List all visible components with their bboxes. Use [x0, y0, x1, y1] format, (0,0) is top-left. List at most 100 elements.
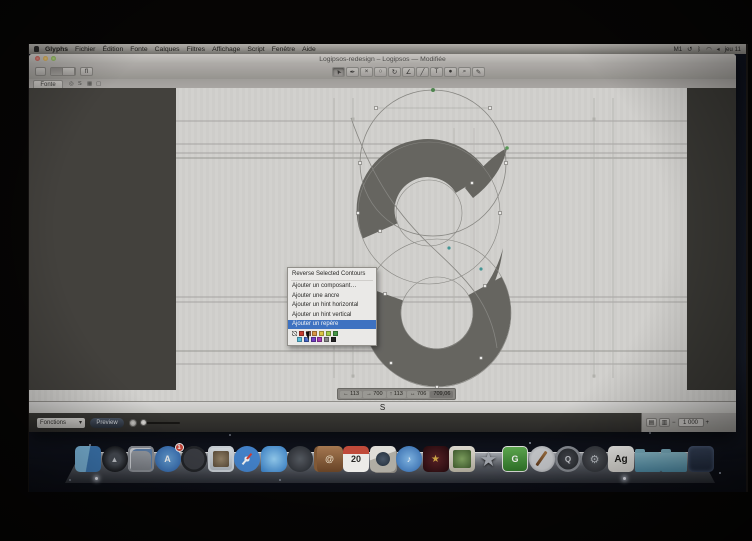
preview-toggle-button[interactable]: Preview: [90, 418, 124, 428]
glyph-info-bar[interactable]: ← 113 → 700 ↑ 113 ↔ 706 709,06: [337, 388, 456, 400]
dock-app-store[interactable]: A1: [155, 446, 181, 472]
sidebar-toggle-button[interactable]: [35, 67, 46, 76]
swatch-none[interactable]: [292, 331, 297, 336]
menu-calques[interactable]: Calques: [155, 46, 180, 53]
apple-menu-icon[interactable]: [34, 46, 39, 52]
menu-script[interactable]: Script: [247, 46, 264, 53]
menu-edition[interactable]: Édition: [102, 46, 123, 53]
menu-fonte[interactable]: Fonte: [130, 46, 147, 53]
menu-item-add-horizontal-hint[interactable]: Ajouter un hint horizontal: [288, 301, 376, 311]
right-sidebearing-value: → 700: [363, 391, 385, 398]
swatch-light-blue[interactable]: [297, 337, 302, 342]
wifi-icon[interactable]: ◠: [706, 46, 711, 53]
dock-facetime[interactable]: [287, 446, 313, 472]
list-view-icon[interactable]: ▢: [96, 81, 101, 87]
view-mode-segmented-control[interactable]: [50, 67, 76, 76]
bluetooth-icon[interactable]: ᛒ: [697, 46, 701, 53]
menu-fenetre[interactable]: Fenêtre: [272, 46, 295, 53]
menu-item-add-vertical-hint[interactable]: Ajouter un hint vertical: [288, 310, 376, 320]
dock-iweb[interactable]: ★: [476, 446, 502, 472]
view-mode-right-segment[interactable]: [63, 68, 75, 75]
tab-fonte[interactable]: Fonte: [33, 80, 63, 88]
dock-ical[interactable]: 20: [343, 446, 369, 472]
view-options-button-1[interactable]: ▤: [646, 418, 657, 427]
gear-icon: ⚙: [590, 453, 600, 466]
menu-aide[interactable]: Aide: [302, 46, 316, 53]
dock-iphoto[interactable]: [449, 446, 475, 472]
dock-dashboard[interactable]: [181, 446, 207, 472]
refresh-icon[interactable]: [129, 419, 137, 427]
dock-folder-a[interactable]: [635, 452, 661, 472]
dock-safari[interactable]: [234, 446, 260, 472]
letter-g: G: [511, 454, 518, 464]
dock-preview[interactable]: [208, 446, 234, 472]
erase-tool[interactable]: ×: [360, 67, 373, 77]
volume-icon[interactable]: ◂: [716, 46, 719, 53]
text-tool[interactable]: T: [430, 67, 443, 77]
preview-size-slider-knob[interactable]: [140, 419, 147, 426]
monitor-screen: Glyphs Fichier Édition Fonte Calques Fil…: [28, 44, 748, 492]
hand-tool[interactable]: ●: [444, 67, 457, 77]
swatch-gray[interactable]: [324, 337, 329, 342]
zoom-out-button[interactable]: −: [672, 420, 676, 426]
menu-fichier[interactable]: Fichier: [75, 46, 95, 53]
ligature-preview-button[interactable]: fl: [80, 67, 93, 76]
grid-view-icon[interactable]: ▦: [87, 81, 92, 87]
zoom-level-field[interactable]: 1 000: [678, 418, 704, 427]
draw-tool[interactable]: ✒: [346, 67, 359, 77]
view-options-button-2[interactable]: ▥: [659, 418, 670, 427]
dock-ichat[interactable]: [261, 446, 287, 472]
swatch-light-green[interactable]: [326, 331, 331, 336]
pencil-tool[interactable]: ✎: [472, 67, 485, 77]
dock-documents-stack[interactable]: [688, 446, 714, 472]
swatch-red[interactable]: [299, 331, 304, 336]
swatch-magenta[interactable]: [317, 337, 322, 342]
glyph-outline-drawing[interactable]: [29, 88, 736, 401]
view-mode-left-segment[interactable]: [51, 68, 63, 75]
menu-item-add-guide[interactable]: Ajouter un repère: [288, 320, 376, 330]
tool-palette: ➤ ✒ × ○ ↻ ∠ ╱ T ● ⌕ ✎: [332, 67, 485, 77]
zoom-tool[interactable]: ⌕: [458, 67, 471, 77]
menubar-clock[interactable]: jeu 11: [725, 46, 741, 53]
menu-item-add-anchor[interactable]: Ajouter une ancre: [288, 291, 376, 301]
dock-glyphs-mini[interactable]: G: [502, 446, 528, 472]
dock-quicktime[interactable]: Q: [555, 446, 581, 472]
zoom-in-button[interactable]: +: [706, 420, 710, 426]
measure-tool[interactable]: ╱: [416, 67, 429, 77]
swatch-charcoal[interactable]: [331, 337, 336, 342]
dock-mission-control[interactable]: [128, 446, 154, 472]
functions-dropdown[interactable]: Fonctions ▾: [37, 418, 85, 428]
dock-glyphs-app[interactable]: Ag: [608, 446, 634, 472]
swatch-yellow[interactable]: [319, 331, 324, 336]
swatch-dark-green[interactable]: [333, 331, 338, 336]
ag-glyph: Ag: [614, 454, 627, 465]
dock-garageband[interactable]: [529, 446, 555, 472]
tab-glyph-s[interactable]: S: [78, 81, 82, 87]
menu-glyphs[interactable]: Glyphs: [45, 46, 68, 53]
rotate-tool[interactable]: ↻: [388, 67, 401, 77]
select-tool[interactable]: ➤: [332, 67, 345, 77]
menu-item-add-component[interactable]: Ajouter un composant…: [288, 282, 376, 292]
scale-tool[interactable]: ∠: [402, 67, 415, 77]
dock-folder-b[interactable]: [661, 452, 687, 472]
menu-filtres[interactable]: Filtres: [187, 46, 206, 53]
overview-icon[interactable]: ◎: [69, 81, 74, 87]
dock-itunes[interactable]: ♪: [396, 446, 422, 472]
input-menu-icon[interactable]: M1: [674, 46, 683, 53]
glyph-editor-canvas[interactable]: Reverse Selected Contours Ajouter un com…: [29, 88, 736, 401]
dock-finder[interactable]: [75, 446, 101, 472]
menu-affichage[interactable]: Affichage: [212, 46, 240, 53]
dock-address-book[interactable]: @: [314, 446, 343, 472]
preview-size-slider[interactable]: [142, 422, 180, 424]
zoom-controls: ▤ ▥ − 1 000 +: [641, 413, 736, 432]
chevron-down-icon: ▾: [79, 419, 82, 426]
time-machine-icon[interactable]: ↺: [687, 46, 692, 53]
context-menu-header[interactable]: Reverse Selected Contours: [288, 268, 376, 279]
dock-imovie[interactable]: ★: [423, 446, 449, 472]
toolbar: fl ➤ ✒ × ○ ↻ ∠ ╱ T ● ⌕ ✎: [29, 64, 736, 80]
dock-launchpad[interactable]: ▲: [102, 446, 128, 472]
primitives-tool[interactable]: ○: [374, 67, 387, 77]
photo-of-monitor: { "menubar": { "items": ["Glyphs","Fichi…: [0, 0, 752, 541]
dock-photo-booth[interactable]: [370, 446, 396, 472]
dock-system-preferences[interactable]: ⚙: [582, 446, 608, 472]
